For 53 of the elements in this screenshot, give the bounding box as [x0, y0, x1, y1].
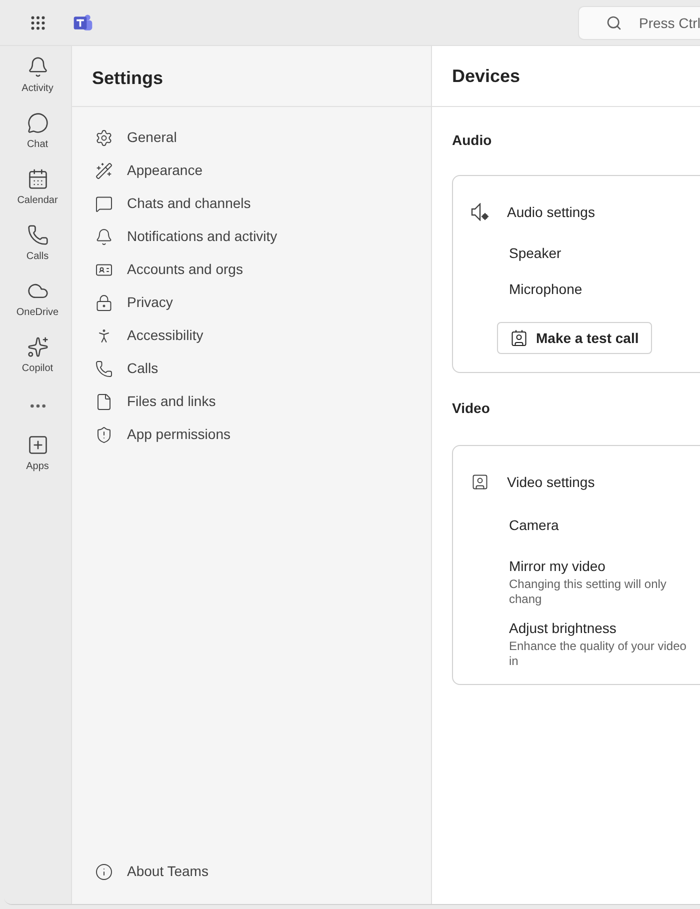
- page-title: Devices: [452, 64, 520, 88]
- camera-person-icon: [471, 473, 489, 491]
- lock-icon: [95, 294, 113, 312]
- setting-label: Camera: [509, 516, 560, 534]
- rail-item[interactable]: Apps: [8, 434, 68, 490]
- shield-icon: [95, 426, 113, 444]
- settings-title: Settings: [92, 66, 164, 90]
- rail-item[interactable]: Calls: [8, 222, 68, 278]
- settings-menu-item[interactable]: Privacy: [72, 286, 431, 319]
- setting-label: Microphone: [509, 280, 584, 299]
- rail-item[interactable]: OneDrive: [8, 278, 68, 334]
- bell-icon: [26, 56, 48, 78]
- bell-icon: [95, 228, 113, 246]
- setting-label: Speaker: [509, 244, 562, 263]
- plus-icon: [26, 434, 48, 456]
- setting-description: Changing this setting will only chang: [509, 576, 668, 606]
- settings-menu-item[interactable]: Appearance: [72, 154, 431, 187]
- sparkles-icon: [26, 336, 48, 358]
- phone-icon: [95, 360, 113, 378]
- app-launcher-icon[interactable]: [29, 14, 47, 32]
- setting-label: Mirror my video: [509, 556, 606, 576]
- setting-label: Adjust brightness: [509, 618, 618, 638]
- settings-menu-item[interactable]: Accessibility: [72, 319, 431, 352]
- rail-item[interactable]: Chat: [8, 110, 68, 166]
- settings-menu-item[interactable]: Calls: [72, 352, 431, 385]
- setting-description: Enhance the quality of your video in: [509, 638, 688, 668]
- file-icon: [95, 392, 113, 410]
- card-title: Video settings: [507, 472, 595, 492]
- section-heading: Video: [452, 400, 490, 416]
- contact-card-icon: [510, 329, 528, 347]
- speaker-gear-icon: [471, 203, 489, 221]
- info-icon: [95, 862, 113, 880]
- chat-bubble-icon: [95, 194, 113, 212]
- rail-item[interactable]: Copilot: [8, 334, 68, 390]
- test-call-button[interactable]: Make a test call: [497, 322, 652, 354]
- phone-icon: [26, 224, 48, 246]
- settings-menu-item[interactable]: General: [72, 121, 431, 154]
- magic-wand-icon: [95, 162, 113, 180]
- search-field[interactable]: Press Ctrl: [578, 6, 700, 40]
- settings-menu-item[interactable]: Chats and channels: [72, 187, 431, 220]
- about-item[interactable]: About Teams: [72, 855, 431, 888]
- rail-item[interactable]: Calendar: [8, 166, 68, 222]
- rail-item[interactable]: Activity: [8, 54, 68, 110]
- settings-menu-item[interactable]: Notifications and activity: [72, 220, 431, 253]
- section-heading: Audio: [452, 132, 492, 148]
- settings-menu-item[interactable]: Files and links: [72, 385, 431, 418]
- chat-bubble-icon: [26, 112, 48, 134]
- calendar-icon: [26, 168, 48, 190]
- settings-menu-item[interactable]: App permissions: [72, 418, 431, 451]
- gear-icon: [95, 128, 113, 146]
- card-title: Audio settings: [507, 202, 595, 222]
- settings-menu-item[interactable]: Accounts and orgs: [72, 253, 431, 286]
- search-icon: [606, 14, 622, 30]
